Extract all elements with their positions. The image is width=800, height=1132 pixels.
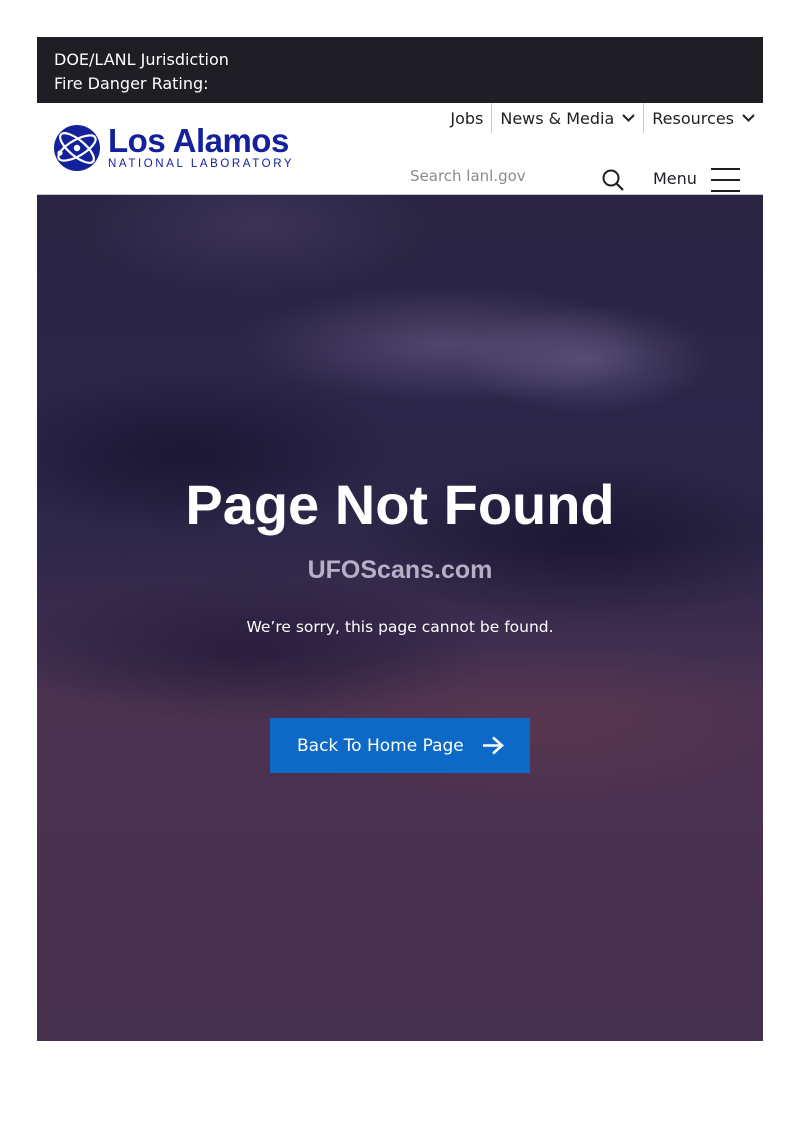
fire-danger-banner: DOE/LANL Jurisdiction Fire Danger Rating… (37, 37, 763, 103)
top-navigation: Jobs News & Media Resources (442, 103, 763, 133)
hero-banner: Page Not Found UFOScans.com We’re sorry,… (37, 195, 763, 1041)
search-input[interactable]: Search lanl.gov (410, 167, 526, 185)
fire-banner-rating: Fire Danger Rating: (54, 74, 209, 93)
logo-subtitle: NATIONAL LABORATORY (108, 158, 295, 170)
fire-banner-jurisdiction: DOE/LANL Jurisdiction (54, 50, 229, 69)
menu-label[interactable]: Menu (653, 169, 697, 188)
cloud-shape (77, 195, 437, 295)
lanl-logo[interactable]: Los Alamos NATIONAL LABORATORY (52, 123, 294, 173)
back-to-home-button[interactable]: Back To Home Page (270, 718, 530, 773)
site-header: Los Alamos NATIONAL LABORATORY Jobs News… (37, 103, 763, 195)
nav-item-resources[interactable]: Resources (643, 103, 763, 133)
atom-logo-icon (54, 125, 100, 171)
chevron-down-icon (742, 114, 755, 122)
page-title: Page Not Found (185, 473, 615, 536)
nav-item-label: News & Media (500, 108, 615, 128)
button-label: Back To Home Page (297, 735, 464, 756)
nav-item-jobs[interactable]: Jobs (442, 103, 491, 133)
page-frame: DOE/LANL Jurisdiction Fire Danger Rating… (37, 37, 763, 1041)
logo-name: Los Alamos (108, 122, 289, 159)
chevron-down-icon (622, 114, 635, 122)
hamburger-icon[interactable] (711, 167, 740, 193)
nav-item-news-media[interactable]: News & Media (491, 103, 643, 133)
search-icon[interactable] (601, 168, 625, 192)
cloud-shape (457, 305, 717, 415)
arrow-right-icon (483, 736, 504, 755)
nav-item-label: Jobs (450, 108, 484, 128)
error-message: We’re sorry, this page cannot be found. (246, 618, 554, 636)
nav-item-label: Resources (652, 108, 734, 128)
watermark-text: UFOScans.com (307, 556, 493, 584)
